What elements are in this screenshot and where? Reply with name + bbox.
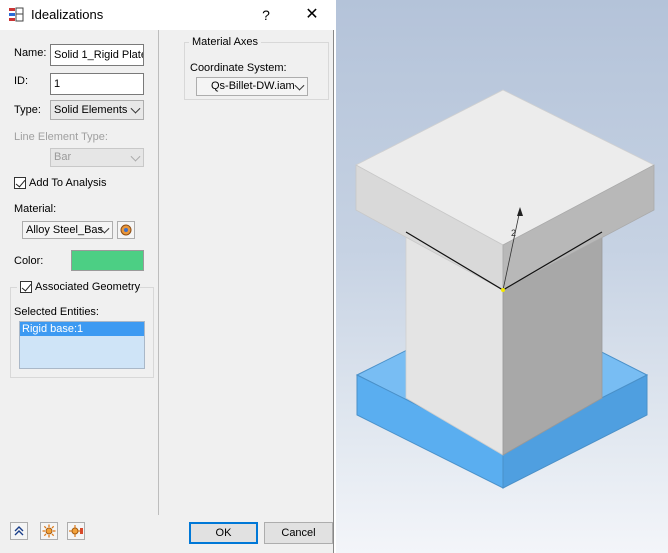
cancel-button[interactable]: Cancel <box>264 522 333 544</box>
idealizations-app-icon <box>9 7 24 22</box>
material-label: Material: <box>14 203 57 215</box>
sun-gear-icon <box>42 524 56 538</box>
title-bar: Idealizations ? ✕ <box>0 0 334 30</box>
close-button[interactable]: ✕ <box>297 3 327 27</box>
collapse-button[interactable] <box>10 522 28 540</box>
add-to-analysis-checkbox[interactable] <box>14 177 26 189</box>
line-element-type-value: Bar <box>54 151 72 163</box>
options-button[interactable] <box>67 522 85 540</box>
name-field[interactable]: Solid 1_Rigid Plate <box>50 44 144 66</box>
type-label: Type: <box>14 104 41 116</box>
double-chevron-up-icon <box>14 526 24 536</box>
model-drawing: 2 <box>355 89 655 489</box>
type-select[interactable]: Solid Elements <box>50 100 144 120</box>
material-library-icon <box>120 224 132 236</box>
material-select-value: Alloy Steel_Bas <box>26 224 104 236</box>
ok-button[interactable]: OK <box>189 522 258 544</box>
idealizations-dialog: Idealizations ? ✕ Name: Solid 1_Rigid Pl… <box>0 0 334 553</box>
line-element-type-select: Bar <box>50 148 144 167</box>
name-label: Name: <box>14 47 47 59</box>
type-select-value: Solid Elements <box>54 104 128 116</box>
axis-label: 2 <box>511 228 516 238</box>
line-element-type-label: Line Element Type: <box>14 131 108 143</box>
material-library-button[interactable] <box>117 221 135 239</box>
add-to-analysis-label: Add To Analysis <box>29 177 107 189</box>
color-label: Color: <box>14 255 44 267</box>
panel-divider <box>158 30 159 515</box>
options-gear-icon <box>69 525 83 537</box>
selected-entities-list[interactable]: Rigid base:1 <box>19 321 145 369</box>
chevron-down-icon <box>294 80 305 91</box>
associated-geometry-checkbox[interactable] <box>20 281 32 293</box>
selected-entities-label: Selected Entities: <box>14 306 99 318</box>
color-swatch[interactable] <box>71 250 144 271</box>
coordinate-system-label: Coordinate System: <box>190 62 287 74</box>
material-axes-title: Material Axes <box>189 36 262 48</box>
list-item[interactable]: Rigid base:1 <box>20 322 144 336</box>
settings-button[interactable] <box>40 522 58 540</box>
material-select[interactable]: Alloy Steel_Bas <box>22 221 113 239</box>
model-viewport[interactable]: 2 <box>336 0 668 553</box>
coordinate-system-select[interactable]: Qs-Billet-DW.iam <box>196 77 308 96</box>
id-label: ID: <box>14 75 29 87</box>
id-field[interactable]: 1 <box>50 73 144 95</box>
chevron-down-icon <box>130 103 141 114</box>
window-title: Idealizations <box>31 7 104 22</box>
associated-geometry-label: Associated Geometry <box>35 281 141 293</box>
help-button[interactable]: ? <box>253 3 279 27</box>
origin-point <box>501 288 505 292</box>
coordinate-system-value: Qs-Billet-DW.iam <box>211 80 295 92</box>
chevron-down-icon <box>130 151 141 162</box>
